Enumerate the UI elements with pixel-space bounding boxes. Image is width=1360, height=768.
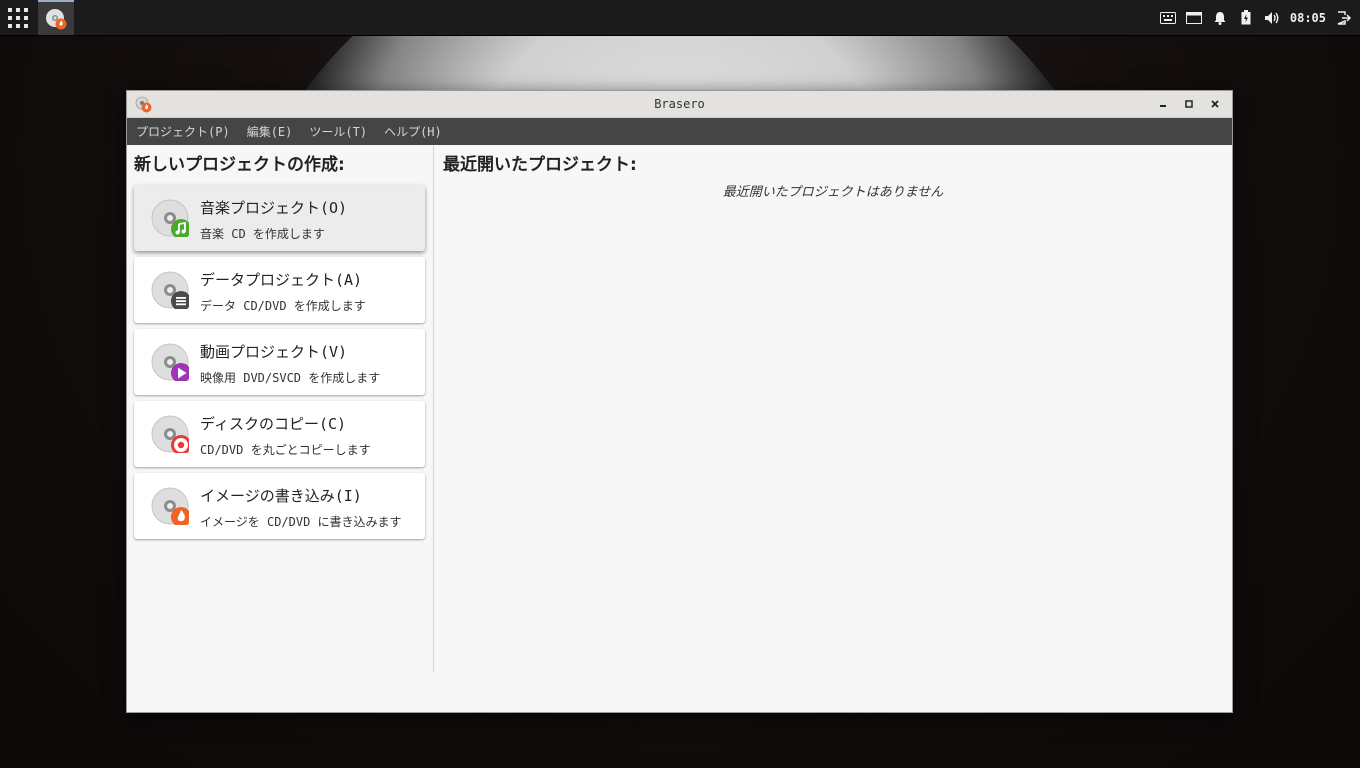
- main-content: 新しいプロジェクトの作成: 音楽プロジェクト(O) 音楽 CD を作成します デ…: [127, 145, 1232, 712]
- battery-icon[interactable]: [1238, 10, 1254, 26]
- titlebar[interactable]: Brasero: [127, 91, 1232, 118]
- close-button[interactable]: [1204, 94, 1226, 114]
- video-project-title: 動画プロジェクト(V): [200, 343, 348, 361]
- audio-project-title: 音楽プロジェクト(O): [200, 199, 348, 217]
- audio-disc-icon: [151, 199, 189, 237]
- new-project-pane: 新しいプロジェクトの作成: 音楽プロジェクト(O) 音楽 CD を作成します デ…: [127, 145, 434, 672]
- taskbar-item-brasero[interactable]: [38, 0, 74, 35]
- clock[interactable]: 08:05: [1290, 11, 1326, 25]
- recent-projects-heading: 最近開いたプロジェクト:: [443, 155, 637, 175]
- menu-tools[interactable]: ツール(T): [309, 123, 367, 140]
- video-project-desc: 映像用 DVD/SVCD を作成します: [200, 371, 381, 385]
- disc-copy-desc: CD/DVD を丸ごとコピーします: [200, 443, 371, 457]
- menubar: プロジェクト(P) 編集(E) ツール(T) ヘルプ(H): [127, 118, 1232, 145]
- minimize-button[interactable]: [1152, 94, 1174, 114]
- burn-image-button[interactable]: イメージの書き込み(I) イメージを CD/DVD に書き込みます: [134, 473, 425, 539]
- minimize-icon: [1160, 105, 1166, 107]
- logout-icon[interactable]: [1336, 10, 1352, 26]
- maximize-button[interactable]: [1178, 94, 1200, 114]
- brasero-icon: [46, 8, 67, 29]
- burn-image-desc: イメージを CD/DVD に書き込みます: [200, 515, 402, 529]
- audio-project-desc: 音楽 CD を作成します: [200, 227, 325, 241]
- video-disc-icon: [151, 343, 189, 381]
- disc-copy-title: ディスクのコピー(C): [200, 415, 347, 433]
- apps-grid-icon: [8, 7, 28, 28]
- volume-icon[interactable]: [1264, 10, 1280, 26]
- display-icon[interactable]: [1185, 10, 1202, 26]
- top-panel: 08:05: [0, 0, 1360, 36]
- audio-project-button[interactable]: 音楽プロジェクト(O) 音楽 CD を作成します: [134, 185, 425, 251]
- menu-edit[interactable]: 編集(E): [247, 123, 293, 140]
- data-disc-icon: [151, 271, 189, 309]
- copy-disc-icon: [151, 415, 189, 453]
- brasero-window: Brasero プロジェクト(P) 編集(E) ツール(T) ヘルプ(H) 新し…: [126, 90, 1233, 713]
- burn-disc-icon: [151, 487, 189, 525]
- apps-menu-button[interactable]: [0, 0, 36, 35]
- close-icon: [1211, 100, 1219, 108]
- bell-icon[interactable]: [1212, 10, 1228, 26]
- data-project-desc: データ CD/DVD を作成します: [200, 299, 366, 313]
- no-recent-projects-message: 最近開いたプロジェクトはありません: [722, 185, 944, 200]
- window-title: Brasero: [654, 97, 705, 111]
- data-project-title: データプロジェクト(A): [200, 271, 363, 289]
- system-tray: 08:05: [1159, 0, 1352, 35]
- menu-project[interactable]: プロジェクト(P): [136, 123, 230, 140]
- burn-image-title: イメージの書き込み(I): [200, 487, 362, 505]
- disc-copy-button[interactable]: ディスクのコピー(C) CD/DVD を丸ごとコピーします: [134, 401, 425, 467]
- data-project-button[interactable]: データプロジェクト(A) データ CD/DVD を作成します: [134, 257, 425, 323]
- maximize-icon: [1185, 100, 1193, 108]
- video-project-button[interactable]: 動画プロジェクト(V) 映像用 DVD/SVCD を作成します: [134, 329, 425, 395]
- project-type-list: 音楽プロジェクト(O) 音楽 CD を作成します データプロジェクト(A) デー…: [134, 185, 425, 545]
- menu-help[interactable]: ヘルプ(H): [384, 123, 442, 140]
- new-project-heading: 新しいプロジェクトの作成:: [134, 155, 345, 175]
- keyboard-icon[interactable]: [1159, 10, 1176, 26]
- recent-projects-pane: 最近開いたプロジェクト: 最近開いたプロジェクトはありません: [434, 145, 1232, 672]
